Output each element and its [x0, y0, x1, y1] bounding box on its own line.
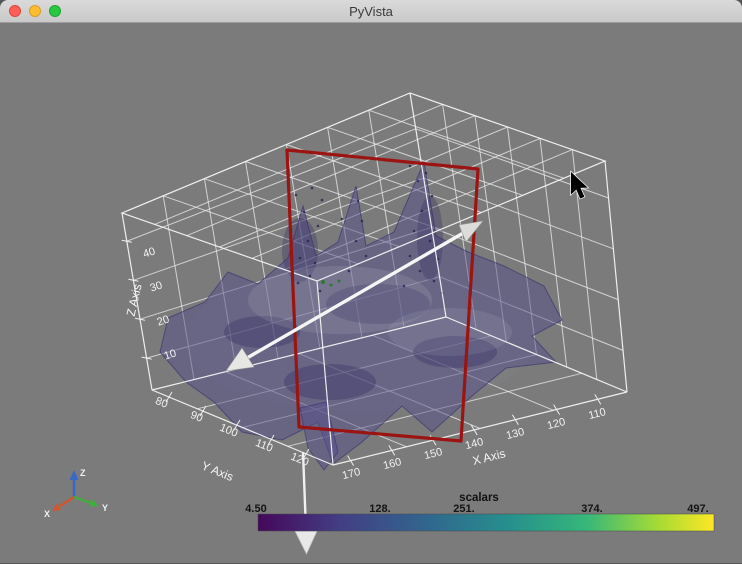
y-tick: 90 [189, 409, 205, 425]
y-tick: 80 [154, 395, 170, 411]
isosurface-mesh [159, 160, 563, 471]
scalar-bar-tick: 374. [581, 503, 602, 515]
x-tick: 130 [505, 426, 526, 442]
render-viewport[interactable]: 10 20 30 40 80 90 100 110 120 170 160 15… [0, 0, 742, 563]
orientation-axes-widget[interactable]: Z Y X [44, 468, 108, 519]
x-tick: 140 [464, 436, 485, 452]
window-title: PyVista [349, 3, 393, 19]
scalar-bar-tick: 4.50 [245, 503, 266, 515]
close-button[interactable] [9, 5, 21, 17]
orientation-x-arrowhead [52, 503, 61, 511]
scalar-bar: scalars 4.50 128. 251. 374. 497. [245, 492, 715, 532]
orientation-y-arrowhead [89, 499, 99, 507]
minimize-button[interactable] [29, 5, 41, 17]
scalar-bar-tick: 251. [453, 503, 474, 515]
traffic-lights [9, 0, 61, 22]
orientation-y-label: Y [102, 503, 108, 513]
z-tick: 40 [142, 245, 157, 260]
scalar-bar-gradient [257, 513, 715, 532]
x-tick: 150 [423, 446, 444, 462]
app-window: PyVista 10 20 30 40 80 90 100 110 120 17… [0, 0, 742, 564]
orientation-y-shaft [73, 495, 92, 505]
x-tick: 120 [546, 416, 567, 432]
z-tick: 30 [149, 279, 164, 294]
x-tick: 110 [587, 406, 607, 422]
orientation-x-label: X [44, 509, 50, 519]
orientation-z-label: Z [80, 468, 86, 478]
orientation-x-shaft [59, 495, 75, 508]
y-tick: 120 [289, 451, 311, 469]
z-axis-label: Z Axis [124, 283, 145, 318]
mouse-cursor [570, 170, 590, 200]
scalar-bar-tick: 128. [369, 503, 390, 515]
y-axis-label: Y Axis [200, 459, 236, 484]
titlebar[interactable]: PyVista [0, 0, 742, 23]
orientation-z-arrowhead [69, 470, 79, 480]
scalar-bar-tick: 497. [687, 503, 708, 515]
x-tick: 170 [341, 466, 362, 482]
x-tick: 160 [382, 456, 403, 472]
zoom-button[interactable] [49, 5, 61, 17]
